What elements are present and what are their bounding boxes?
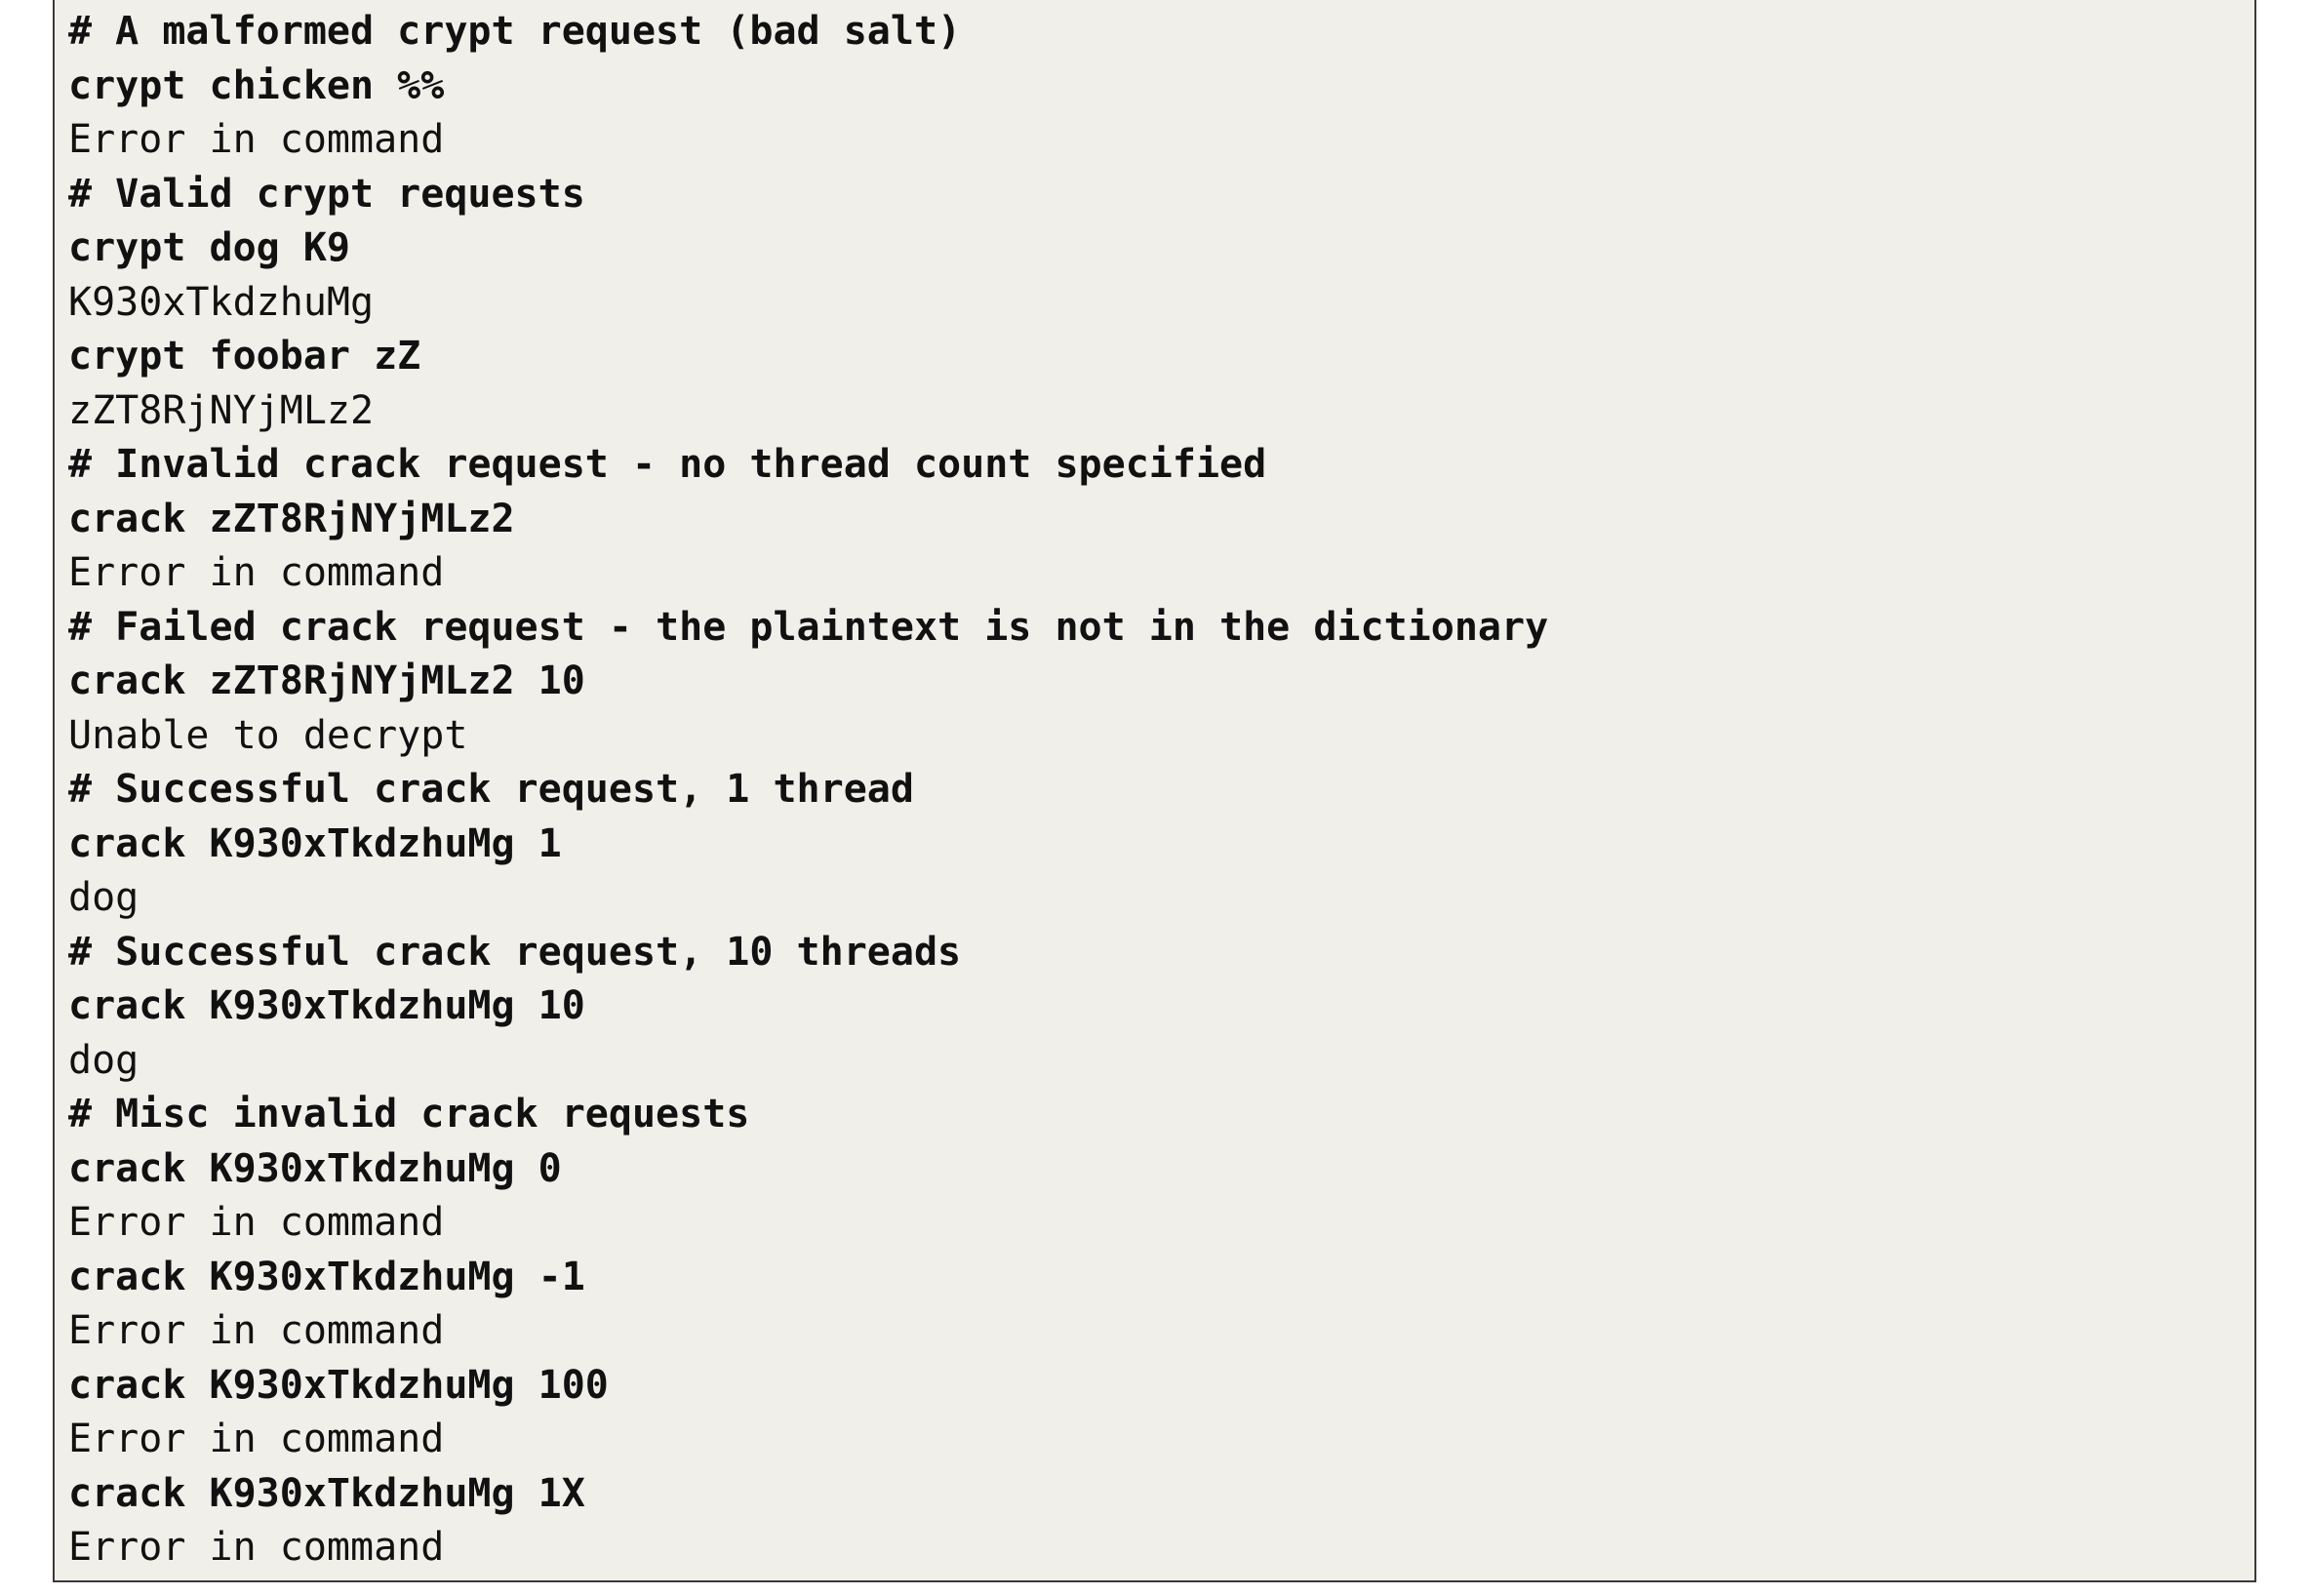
- output-line: Error in command: [68, 117, 445, 162]
- comment-line: # Successful crack request, 10 threads: [68, 929, 962, 975]
- code-listing: # A malformed crypt request (bad salt) cr…: [53, 0, 2256, 1582]
- command-line: crack K930xTkdzhuMg -1: [68, 1254, 585, 1299]
- comment-line: # Invalid crack request - no thread coun…: [68, 442, 1267, 487]
- comment-line: # A malformed crypt request (bad salt): [68, 9, 962, 54]
- output-line: Error in command: [68, 1200, 445, 1245]
- command-line: crack K930xTkdzhuMg 100: [68, 1362, 609, 1408]
- output-line: Error in command: [68, 1416, 445, 1461]
- comment-line: # Valid crypt requests: [68, 171, 585, 217]
- command-line: crack zZT8RjNYjMLz2: [68, 496, 515, 541]
- output-line: dog: [68, 875, 139, 920]
- output-line: Unable to decrypt: [68, 712, 468, 758]
- comment-line: # Successful crack request, 1 thread: [68, 767, 914, 812]
- output-line: dog: [68, 1037, 139, 1083]
- command-line: crack zZT8RjNYjMLz2 10: [68, 658, 585, 703]
- command-line: crack K930xTkdzhuMg 1X: [68, 1470, 585, 1516]
- output-line: K930xTkdzhuMg: [68, 279, 375, 325]
- command-line: crack K930xTkdzhuMg 0: [68, 1145, 562, 1191]
- output-line: Error in command: [68, 1308, 445, 1353]
- command-line: crypt dog K9: [68, 225, 350, 270]
- command-line: crypt chicken %%: [68, 62, 445, 108]
- command-line: crack K930xTkdzhuMg 10: [68, 983, 585, 1028]
- output-line: Error in command: [68, 1525, 445, 1570]
- comment-line: # Misc invalid crack requests: [68, 1092, 750, 1137]
- command-line: crack K930xTkdzhuMg 1: [68, 820, 562, 866]
- comment-line: # Failed crack request - the plaintext i…: [68, 604, 1549, 650]
- output-line: Error in command: [68, 550, 445, 595]
- output-line: zZT8RjNYjMLz2: [68, 387, 375, 433]
- command-line: crypt foobar zZ: [68, 334, 421, 379]
